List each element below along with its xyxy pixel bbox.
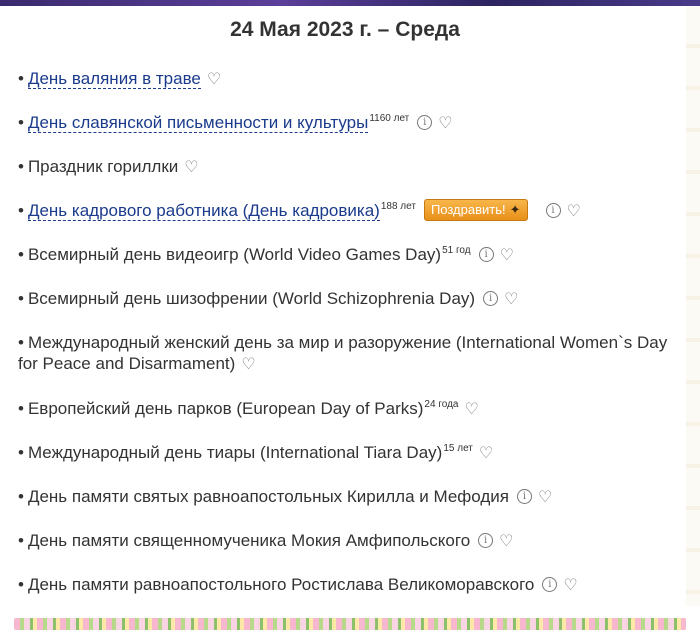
list-item: • Европейский день парков (European Day o…: [18, 398, 479, 420]
holiday-name: Праздник гориллки: [27, 157, 179, 176]
bullet: •: [18, 399, 24, 418]
info-icon[interactable]: i: [483, 291, 499, 307]
info-icon[interactable]: i: [478, 533, 494, 549]
holiday-link[interactable]: День славянской письменности и культуры: [27, 113, 369, 133]
info-icon[interactable]: i: [417, 115, 433, 131]
heart-icon[interactable]: ♡: [538, 486, 552, 507]
heart-icon[interactable]: ♡: [465, 398, 479, 419]
bullet: •: [18, 531, 24, 550]
holiday-name: Международный день тиары (International …: [27, 443, 443, 462]
heart-icon[interactable]: ♡: [499, 530, 513, 551]
holiday-name: День памяти святых равноапостольных Кири…: [27, 487, 509, 506]
heart-icon[interactable]: ♡: [504, 288, 518, 309]
bullet: •: [18, 157, 24, 176]
bullet: •: [18, 69, 24, 88]
bullet: •: [18, 289, 24, 308]
info-icon[interactable]: i: [542, 577, 558, 593]
party-popper-icon: ✦: [509, 201, 521, 217]
list-item: • День кадрового работника (День кадровик…: [18, 198, 581, 223]
heart-icon[interactable]: ♡: [438, 112, 452, 133]
age-label: 1160 лет: [369, 113, 410, 125]
list-item: • День памяти священномученика Мокия Амфи…: [18, 530, 514, 552]
holiday-link[interactable]: День валяния в траве: [27, 69, 201, 89]
holiday-name: День памяти священномученика Мокия Амфип…: [27, 531, 471, 550]
info-icon[interactable]: i: [545, 203, 561, 219]
heart-icon[interactable]: ♡: [479, 442, 493, 463]
list-item: • День славянской письменности и культуры…: [18, 112, 453, 134]
heart-icon[interactable]: ♡: [184, 156, 198, 177]
bullet: •: [18, 443, 24, 462]
congratulate-label: Поздравить!: [430, 201, 506, 217]
heart-icon[interactable]: ♡: [207, 68, 221, 89]
age-label: 188 лет: [380, 201, 416, 213]
age-label: 15 лет: [443, 443, 473, 455]
bullet: •: [18, 575, 24, 594]
list-item: • Международный женский день за мир и раз…: [18, 332, 683, 375]
holiday-name: Международный женский день за мир и разо…: [18, 333, 668, 373]
list-item: • Всемирный день шизофрении (World Schizo…: [18, 288, 518, 310]
bullet: •: [18, 201, 24, 220]
bullet: •: [18, 487, 24, 506]
list-item: • День памяти святых равноапостольных Кир…: [18, 486, 552, 508]
list-item: • Международный день тиары (International…: [18, 442, 493, 464]
info-icon[interactable]: i: [478, 247, 494, 263]
congratulate-button[interactable]: Поздравить! ✦: [423, 198, 528, 221]
age-label: 51 год: [442, 245, 471, 257]
bullet: •: [18, 245, 24, 264]
top-decorative-band: [0, 0, 700, 6]
holiday-link[interactable]: День кадрового работника (День кадровика…: [27, 201, 380, 221]
heart-icon[interactable]: ♡: [241, 353, 255, 374]
right-decorative-border: [686, 6, 700, 606]
list-item: • День памяти равноапостольного Ростислав…: [18, 574, 578, 596]
bullet: •: [18, 113, 24, 132]
holiday-name: Всемирный день шизофрении (World Schizop…: [27, 289, 476, 308]
holiday-name: День памяти равноапостольного Ростислава…: [27, 575, 535, 594]
bullet: •: [18, 333, 24, 352]
heart-icon[interactable]: ♡: [500, 244, 514, 265]
info-icon[interactable]: i: [516, 489, 532, 505]
list-item: • Праздник гориллки ♡: [18, 156, 199, 178]
heart-icon[interactable]: ♡: [563, 574, 577, 595]
page-title: 24 Мая 2023 г. – Среда: [230, 18, 460, 41]
list-item: • День валяния в траве ♡: [18, 68, 221, 90]
bottom-flower-border: [14, 618, 686, 630]
list-item: • Всемирный день видеоигр (World Video Ga…: [18, 244, 514, 266]
heart-icon[interactable]: ♡: [567, 200, 581, 221]
holiday-name: Всемирный день видеоигр (World Video Gam…: [27, 245, 442, 264]
holiday-name: Европейский день парков (European Day of…: [27, 399, 424, 418]
age-label: 24 года: [424, 399, 459, 411]
